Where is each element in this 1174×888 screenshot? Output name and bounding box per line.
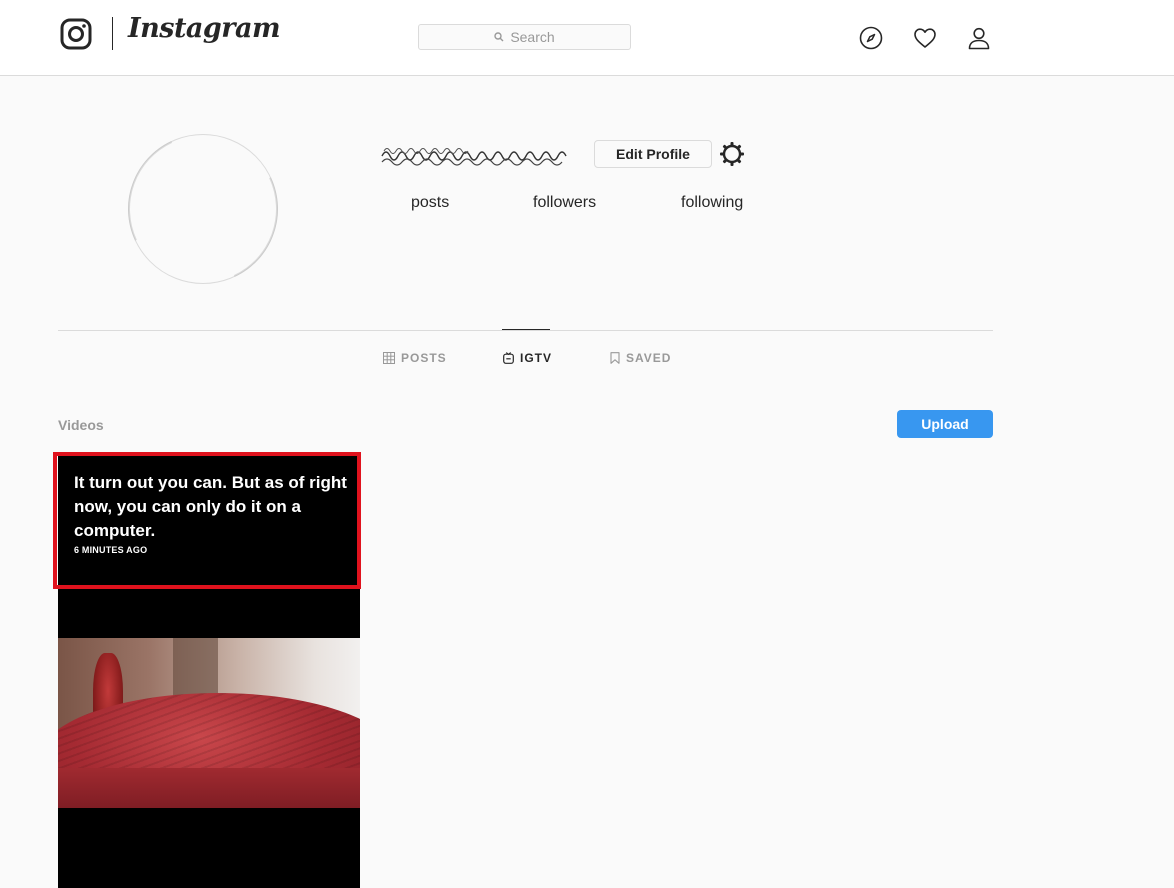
settings-gear-icon[interactable] xyxy=(719,141,745,167)
following-count-label[interactable]: following xyxy=(681,194,743,212)
video-timestamp: 6 MINUTES AGO xyxy=(74,545,148,555)
profile-avatar[interactable] xyxy=(128,134,278,284)
explore-compass-icon[interactable] xyxy=(859,26,883,50)
video-title: It turn out you can. But as of right now… xyxy=(74,473,347,540)
username-redacted xyxy=(380,142,576,173)
tab-igtv[interactable]: IGTV xyxy=(503,350,552,366)
thumbnail-towel-base xyxy=(58,768,360,808)
followers-count-label[interactable]: followers xyxy=(533,194,596,212)
logo-divider xyxy=(112,17,113,50)
edit-profile-button[interactable]: Edit Profile xyxy=(594,140,712,168)
tab-saved-label: SAVED xyxy=(626,351,672,365)
igtv-icon xyxy=(503,352,514,364)
tab-saved[interactable]: SAVED xyxy=(610,350,671,366)
posts-count-label[interactable]: posts xyxy=(411,194,449,212)
tab-posts[interactable]: POSTS xyxy=(383,350,447,366)
instagram-camera-icon[interactable] xyxy=(60,18,92,50)
top-navigation-bar: Instagram Search xyxy=(0,0,1174,76)
videos-section-title: Videos xyxy=(58,417,104,433)
bookmark-icon xyxy=(610,352,620,364)
username-scribble-icon xyxy=(381,148,567,166)
grid-icon xyxy=(383,352,395,364)
active-tab-indicator xyxy=(502,329,550,330)
tab-posts-label: POSTS xyxy=(401,351,447,365)
video-thumbnail xyxy=(58,638,360,808)
search-placeholder: Search xyxy=(510,29,555,45)
upload-button[interactable]: Upload xyxy=(897,410,993,438)
tabs-divider xyxy=(58,330,993,331)
tab-igtv-label: IGTV xyxy=(520,351,553,365)
igtv-video-card[interactable]: It turn out you can. But as of right now… xyxy=(58,455,360,888)
activity-heart-icon[interactable] xyxy=(913,26,937,50)
instagram-wordmark[interactable]: Instagram xyxy=(128,13,281,44)
search-input[interactable]: Search xyxy=(418,24,631,50)
search-icon xyxy=(494,32,504,42)
profile-person-icon[interactable] xyxy=(967,26,991,50)
